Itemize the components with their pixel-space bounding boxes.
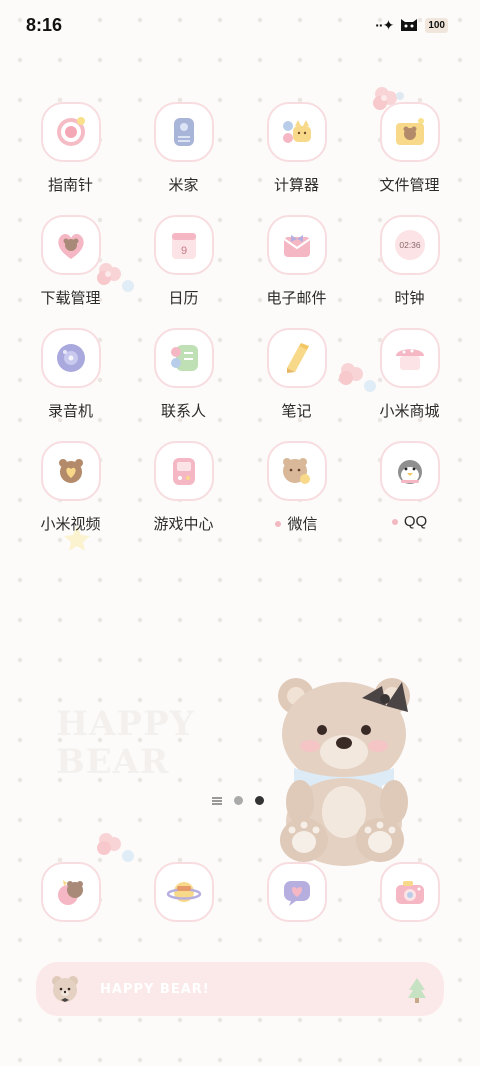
app-label: 米家 — [168, 177, 199, 194]
dock-phone[interactable] — [14, 862, 127, 932]
file-manager-icon — [395, 118, 424, 145]
clock-icon: 02:36 — [394, 230, 425, 260]
app-label: 电子邮件 — [266, 290, 327, 307]
calculator-icon — [282, 120, 311, 143]
status-bar: 8:16 ··✦ 100 — [0, 0, 480, 50]
app-label: 下载管理 — [40, 290, 101, 307]
calendar-day: 9 — [180, 245, 186, 257]
app-label: QQ — [403, 513, 428, 530]
battery-indicator: 100 — [425, 17, 448, 33]
dock-browser[interactable] — [127, 862, 240, 932]
app-wechat[interactable]: 微信 — [240, 441, 353, 554]
wallpaper-happy-bear-text: HAPPY BEAR — [56, 705, 195, 781]
page-dot-active — [255, 796, 264, 805]
app-label: 小米商城 — [379, 403, 440, 420]
mi-video-icon — [58, 459, 83, 483]
contacts-icon — [170, 345, 198, 371]
page-indicator[interactable] — [212, 796, 264, 805]
status-time: 8:16 — [26, 14, 63, 35]
app-mijia[interactable]: 米家 — [127, 102, 240, 215]
signal-icon: ··✦ — [375, 16, 394, 33]
mi-store-icon — [395, 349, 424, 370]
app-label: 小米视频 — [40, 516, 101, 533]
app-label: 笔记 — [281, 403, 312, 420]
notification-dot — [391, 518, 398, 525]
app-label: 计算器 — [273, 177, 319, 194]
camera-icon — [395, 881, 424, 904]
page-dot — [234, 796, 243, 805]
mijia-icon — [173, 118, 194, 146]
teddy-bear-wallpaper-icon — [278, 678, 410, 866]
page-indicator-list-icon — [212, 796, 222, 805]
email-icon — [282, 235, 311, 257]
messages-icon — [283, 881, 310, 906]
app-email[interactable]: 电子邮件 — [240, 215, 353, 328]
notes-icon — [286, 343, 309, 373]
wallpaper-text-line: HAPPY — [56, 704, 195, 744]
search-bar-text: HAPPY BEAR! — [100, 981, 210, 997]
clock-face-text: 02:36 — [399, 240, 421, 250]
app-label: 时钟 — [394, 290, 425, 307]
app-compass[interactable]: 指南针 — [14, 102, 127, 215]
phone-icon — [57, 880, 83, 905]
app-qq[interactable]: QQ — [353, 441, 466, 554]
app-download-manager[interactable]: 下载管理 — [14, 215, 127, 328]
app-contacts[interactable]: 联系人 — [127, 328, 240, 441]
dock — [14, 862, 466, 932]
app-calculator[interactable]: 计算器 — [240, 102, 353, 215]
app-clock[interactable]: 02:36 时钟 — [353, 215, 466, 328]
calendar-icon: 9 — [171, 233, 196, 259]
download-icon — [57, 234, 84, 259]
app-notes[interactable]: 笔记 — [240, 328, 353, 441]
app-grid: 指南针 米家 计算器 文件管理 下载管理 9 日历 电子邮件 02:36 时钟 … — [14, 102, 466, 554]
qq-icon — [397, 460, 422, 484]
app-calendar[interactable]: 9 日历 — [127, 215, 240, 328]
notification-dot — [275, 520, 282, 527]
game-center-icon — [172, 458, 195, 485]
app-file-manager[interactable]: 文件管理 — [353, 102, 466, 215]
app-label: 联系人 — [160, 403, 206, 420]
dock-camera[interactable] — [353, 862, 466, 932]
tree-icon — [408, 978, 426, 1003]
app-recorder[interactable]: 录音机 — [14, 328, 127, 441]
app-label: 文件管理 — [379, 177, 440, 194]
dock-messages[interactable] — [240, 862, 353, 932]
app-label: 游戏中心 — [153, 516, 214, 533]
app-mi-video[interactable]: 小米视频 — [14, 441, 127, 554]
wallpaper-text-line: BEAR — [56, 742, 170, 782]
search-bar[interactable]: HAPPY BEAR! — [36, 962, 444, 1016]
app-label: 微信 — [287, 516, 318, 533]
wechat-icon — [282, 458, 310, 484]
recorder-icon — [56, 344, 85, 372]
cat-icon — [401, 19, 418, 31]
browser-planet-icon — [166, 882, 201, 902]
bear-face-icon — [52, 976, 78, 1002]
app-mi-store[interactable]: 小米商城 — [353, 328, 466, 441]
app-label: 录音机 — [47, 403, 93, 420]
app-game-center[interactable]: 游戏中心 — [127, 441, 240, 554]
app-label: 日历 — [168, 290, 199, 307]
app-label: 指南针 — [47, 177, 93, 194]
status-icons: ··✦ 100 — [375, 17, 448, 34]
compass-icon — [56, 117, 85, 146]
